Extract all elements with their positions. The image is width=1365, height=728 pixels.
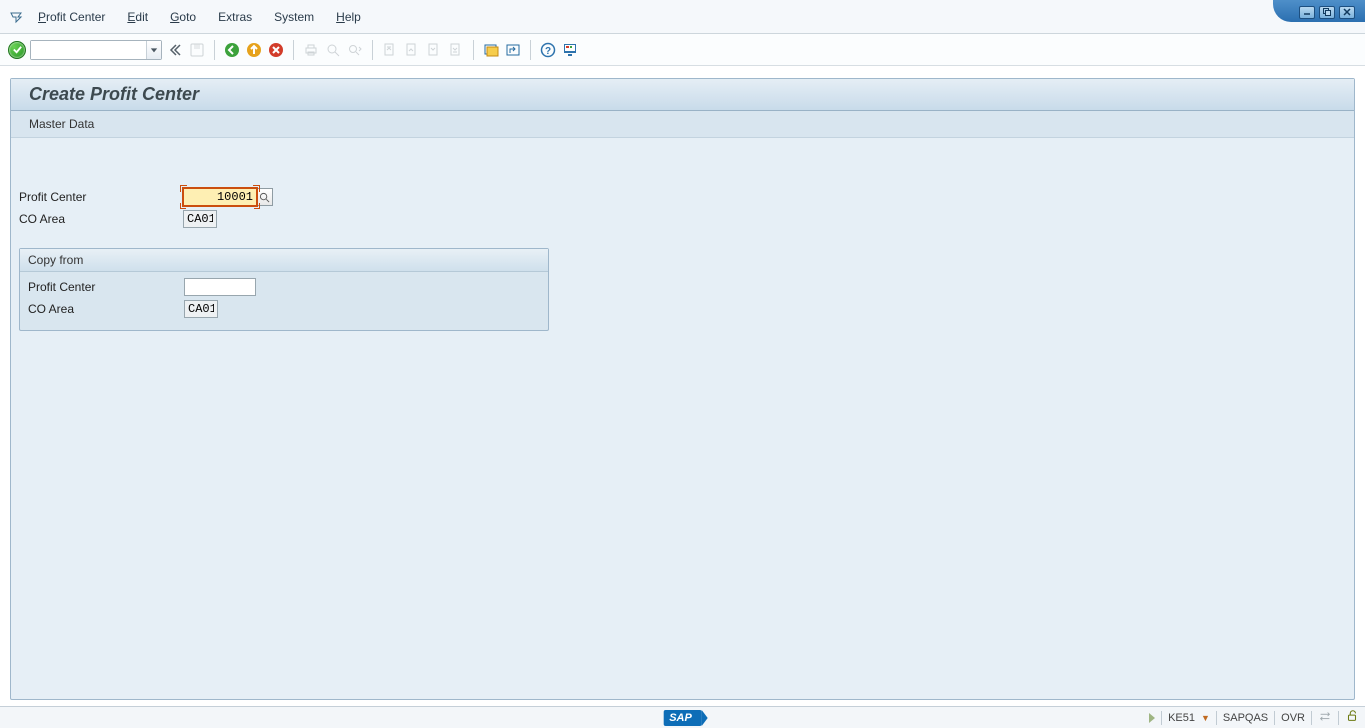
exit-button[interactable] [245, 40, 263, 60]
menu-extras[interactable]: Extras [210, 6, 260, 28]
prev-page-button [403, 40, 421, 60]
co-area-row: CO Area [15, 208, 1350, 230]
copy-profit-center-row: Profit Center [24, 276, 544, 298]
minimize-button[interactable] [1299, 6, 1315, 19]
message-indicator-icon[interactable] [1149, 713, 1155, 723]
copy-co-area-row: CO Area [24, 298, 544, 320]
maximize-button[interactable] [1319, 6, 1335, 19]
save-button [188, 40, 206, 60]
status-bar: SAP KE51 ▼ SAPQAS OVR [0, 706, 1365, 728]
status-system: SAPQAS [1223, 712, 1268, 724]
back-button[interactable] [223, 40, 241, 60]
first-page-button [381, 40, 399, 60]
menu-profit-center[interactable]: Profit Center [30, 6, 113, 28]
svg-text:?: ? [545, 46, 551, 57]
cancel-button[interactable] [267, 40, 285, 60]
master-data-button[interactable]: Master Data [11, 111, 1354, 138]
co-area-input[interactable] [183, 210, 217, 228]
copy-co-area-label: CO Area [28, 302, 184, 316]
profit-center-row: Profit Center [15, 186, 1350, 208]
close-button[interactable] [1339, 6, 1355, 19]
status-tcode-dropdown[interactable]: ▼ [1201, 713, 1210, 723]
profit-center-input[interactable] [183, 188, 257, 206]
menu-system[interactable]: System [266, 6, 322, 28]
menu-bar: Profit Center Edit Goto Extras System He… [0, 0, 1365, 34]
status-swap-icon[interactable] [1318, 709, 1332, 726]
co-area-label: CO Area [19, 212, 183, 226]
profit-center-search-help[interactable] [256, 188, 273, 206]
copy-from-heading: Copy from [20, 249, 548, 272]
collapse-button[interactable] [166, 40, 184, 60]
window-controls [1273, 0, 1365, 34]
sap-logo: SAP [663, 710, 702, 726]
copy-profit-center-input[interactable] [184, 278, 256, 296]
copy-co-area-input[interactable] [184, 300, 218, 318]
content-area: Create Profit Center Master Data Profit … [10, 78, 1355, 700]
profit-center-label: Profit Center [19, 190, 183, 204]
status-lock-icon[interactable] [1345, 709, 1359, 726]
menu-edit[interactable]: Edit [119, 6, 156, 28]
standard-toolbar: ? [0, 34, 1365, 66]
status-insert-mode[interactable]: OVR [1281, 712, 1305, 724]
copy-profit-center-label: Profit Center [28, 280, 184, 294]
new-session-button[interactable] [482, 40, 500, 60]
last-page-button [447, 40, 465, 60]
command-field[interactable] [30, 40, 162, 60]
status-tcode: KE51 [1168, 712, 1195, 724]
layout-button[interactable] [561, 40, 579, 60]
page-title: Create Profit Center [11, 79, 1354, 111]
print-button [302, 40, 320, 60]
copy-from-group: Copy from Profit Center CO Area [19, 248, 549, 331]
find-button [324, 40, 342, 60]
app-menu-icon[interactable] [8, 9, 24, 25]
help-button[interactable]: ? [539, 40, 557, 60]
next-page-button [425, 40, 443, 60]
command-input[interactable] [31, 41, 146, 59]
menu-goto[interactable]: Goto [162, 6, 204, 28]
shortcut-button[interactable] [504, 40, 522, 60]
command-history-dropdown[interactable] [146, 41, 161, 59]
enter-button[interactable] [8, 41, 26, 59]
menu-help[interactable]: Help [328, 6, 369, 28]
find-next-button [346, 40, 364, 60]
